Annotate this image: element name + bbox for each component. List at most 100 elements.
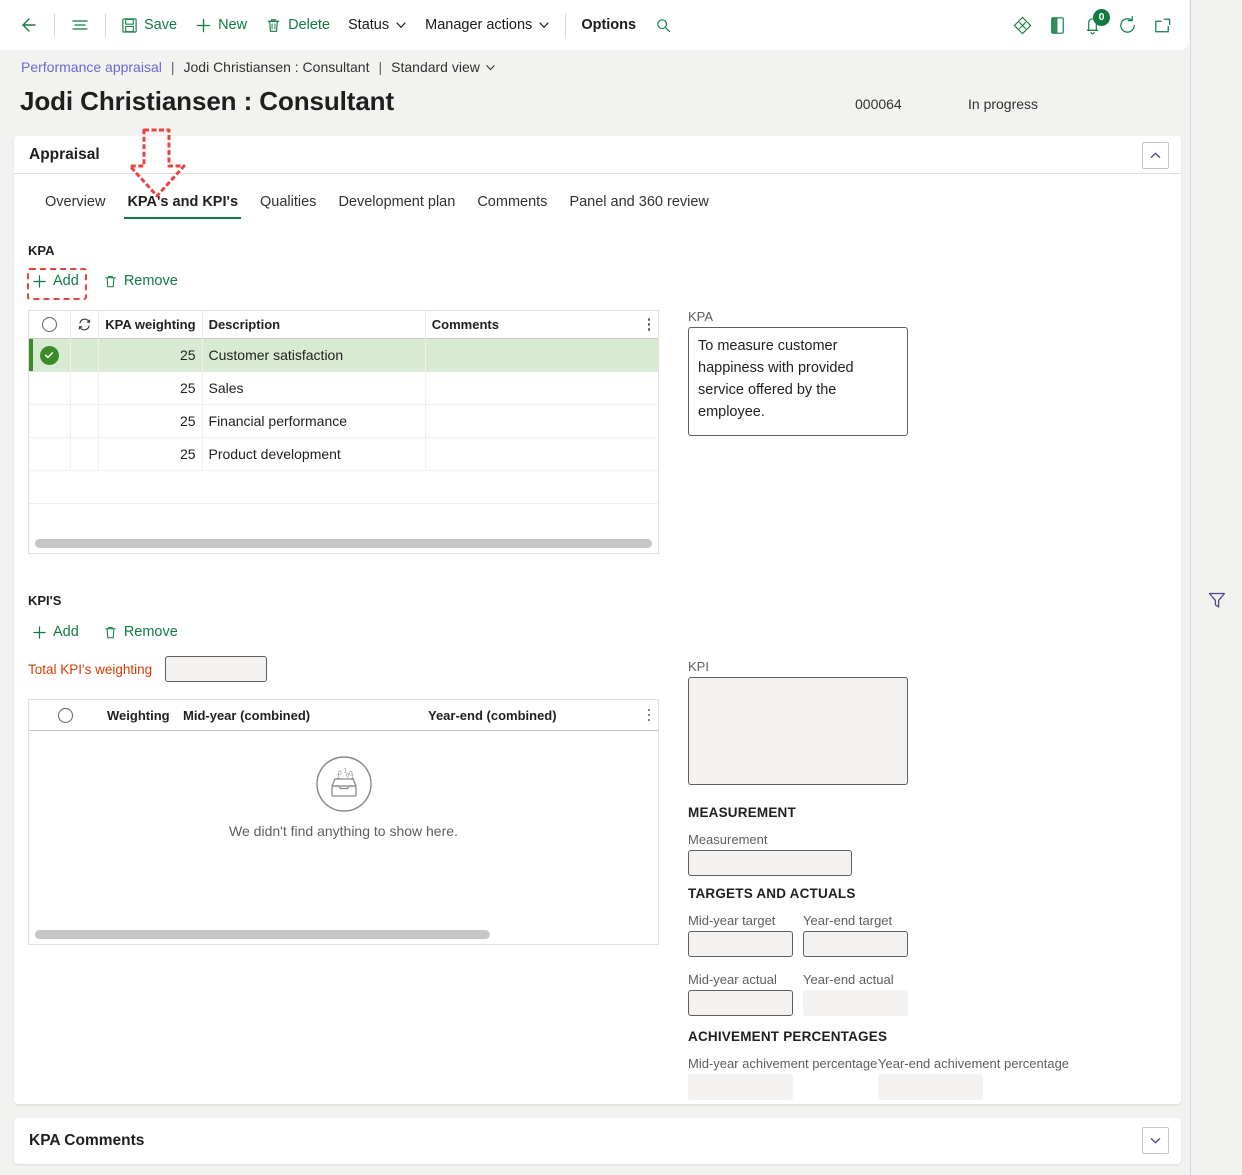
tab-development-plan[interactable]: Development plan: [327, 194, 466, 219]
kpa-comments-card[interactable]: KPA Comments: [14, 1118, 1181, 1164]
filter-icon[interactable]: [1206, 24, 1228, 1175]
tab-qualities[interactable]: Qualities: [249, 194, 327, 219]
table-row[interactable]: 25 Product development: [29, 437, 658, 471]
cell-description[interactable]: Customer satisfaction: [203, 338, 426, 372]
targets-group-header: TARGETS AND ACTUALS: [688, 886, 856, 901]
kpa-comments-header[interactable]: Comments: [426, 311, 658, 339]
grid-empty-row: [29, 471, 658, 504]
tab-overview[interactable]: Overview: [34, 194, 116, 219]
kpa-select-all-header[interactable]: [29, 310, 71, 339]
kpi-remove-button[interactable]: Remove: [97, 620, 184, 644]
kpi-grid-options-icon[interactable]: [647, 708, 650, 722]
yearend-target-label: Year-end target: [803, 913, 893, 928]
cell-kpa-weighting[interactable]: 25: [99, 371, 203, 405]
show-list-button[interactable]: [61, 8, 99, 42]
cell-comments[interactable]: [426, 405, 658, 438]
kpi-add-button[interactable]: Add: [26, 620, 85, 644]
yearend-target-field: Year-end target: [803, 913, 908, 957]
manager-actions-menu[interactable]: Manager actions: [416, 8, 559, 42]
delete-button[interactable]: Delete: [256, 8, 339, 42]
options-label: Options: [581, 17, 637, 33]
cell-description[interactable]: Product development: [203, 437, 426, 471]
notifications-button[interactable]: 0: [1082, 8, 1110, 36]
kpi-midyear-combined-header[interactable]: Mid-year (combined): [177, 700, 422, 731]
kpi-yearend-combined-header[interactable]: Year-end (combined): [422, 700, 658, 731]
check-circle-icon: [39, 345, 59, 365]
kpi-detail-field: KPI: [688, 659, 908, 785]
chevron-down-icon: [538, 19, 550, 31]
midyear-achievement-field: Mid-year achivement percentage: [688, 1056, 878, 1100]
measurement-input[interactable]: [688, 850, 852, 876]
kpi-detail-textarea[interactable]: [688, 677, 908, 785]
attachments-icon[interactable]: [1012, 15, 1033, 36]
cell-description[interactable]: Financial performance: [203, 404, 426, 438]
row-selector[interactable]: [29, 338, 71, 372]
measurement-field: Measurement: [688, 832, 852, 876]
tab-label: Panel and 360 review: [569, 194, 709, 210]
kpi-grid-horizontal-scrollbar[interactable]: [35, 930, 490, 939]
column-header-label: Comments: [431, 317, 499, 332]
kpa-detail-value: To measure customer happiness with provi…: [698, 338, 854, 421]
page-title: Jodi Christiansen : Consultant: [20, 86, 395, 116]
total-kpi-weighting-group: Total KPI's weighting: [28, 656, 268, 682]
cell-kpa-weighting[interactable]: 25: [99, 404, 203, 438]
kpa-weighting-header[interactable]: KPA weighting: [99, 310, 203, 339]
appraisal-collapse-button[interactable]: [1142, 142, 1169, 169]
save-button[interactable]: Save: [112, 8, 186, 42]
refresh-icon[interactable]: [1117, 15, 1138, 36]
kpa-section-label: KPA: [28, 243, 55, 258]
kpa-grid-horizontal-scrollbar[interactable]: [35, 539, 652, 548]
table-row[interactable]: 25 Sales: [29, 371, 658, 405]
column-header-label: Description: [208, 317, 281, 332]
new-button[interactable]: New: [186, 8, 256, 42]
status-menu[interactable]: Status: [339, 8, 416, 42]
kpa-grid-options-icon[interactable]: [647, 318, 650, 331]
midyear-actual-input[interactable]: [688, 990, 793, 1016]
midyear-target-input[interactable]: [688, 931, 793, 957]
kpa-refresh-header[interactable]: [71, 310, 99, 339]
breadcrumb-root-link[interactable]: Performance appraisal: [21, 59, 162, 75]
view-selector-label: Standard view: [391, 59, 480, 75]
trash-icon: [103, 625, 118, 640]
view-selector[interactable]: Standard view: [391, 59, 496, 75]
cell-comments[interactable]: [426, 372, 658, 405]
midyear-achievement-label: Mid-year achivement percentage: [688, 1056, 878, 1071]
cell-kpa-weighting[interactable]: 25: [99, 437, 203, 471]
manager-actions-label: Manager actions: [425, 17, 533, 33]
tab-comments[interactable]: Comments: [466, 194, 558, 219]
total-kpi-weighting-input[interactable]: [165, 656, 268, 682]
status-label: Status: [348, 17, 390, 33]
kpi-empty-message: We didn't find anything to show here.: [229, 823, 458, 839]
cell-kpa-weighting[interactable]: 25: [99, 338, 203, 372]
record-id: 000064: [855, 96, 902, 112]
kpa-comments-expand-button[interactable]: [1142, 1127, 1169, 1154]
table-row[interactable]: 25 Customer satisfaction: [29, 338, 658, 372]
kpa-remove-button[interactable]: Remove: [97, 269, 184, 293]
cell-description[interactable]: Sales: [203, 371, 426, 405]
kpa-add-button[interactable]: Add: [26, 269, 85, 293]
back-button[interactable]: [8, 8, 48, 42]
options-button[interactable]: Options: [572, 8, 645, 42]
yearend-actual-field: Year-end actual: [803, 972, 908, 1016]
kpi-weighting-header[interactable]: Weighting: [101, 700, 177, 731]
kpi-select-all-header[interactable]: [29, 700, 101, 731]
row-selector[interactable]: [29, 404, 71, 438]
open-in-new-icon[interactable]: [1152, 15, 1173, 36]
row-selector[interactable]: [29, 437, 71, 471]
yearend-actual-value: [803, 990, 908, 998]
cell-comments[interactable]: [426, 438, 658, 471]
chevron-down-icon: [485, 62, 496, 73]
kpa-detail-textarea[interactable]: To measure customer happiness with provi…: [688, 327, 908, 436]
tab-kpas-and-kpis[interactable]: KPA's and KPI's: [116, 194, 249, 219]
measurement-value: [689, 851, 851, 859]
achievement-group-header: ACHIVEMENT PERCENTAGES: [688, 1029, 888, 1044]
search-button[interactable]: [645, 8, 682, 42]
table-row[interactable]: 25 Financial performance: [29, 404, 658, 438]
office-icon[interactable]: [1047, 15, 1068, 36]
yearend-target-input[interactable]: [803, 931, 908, 957]
tab-panel-and-360-review[interactable]: Panel and 360 review: [558, 194, 719, 219]
cell-comments[interactable]: [426, 339, 658, 372]
plus-icon: [32, 274, 47, 289]
kpa-description-header[interactable]: Description: [203, 310, 426, 339]
row-selector[interactable]: [29, 371, 71, 405]
